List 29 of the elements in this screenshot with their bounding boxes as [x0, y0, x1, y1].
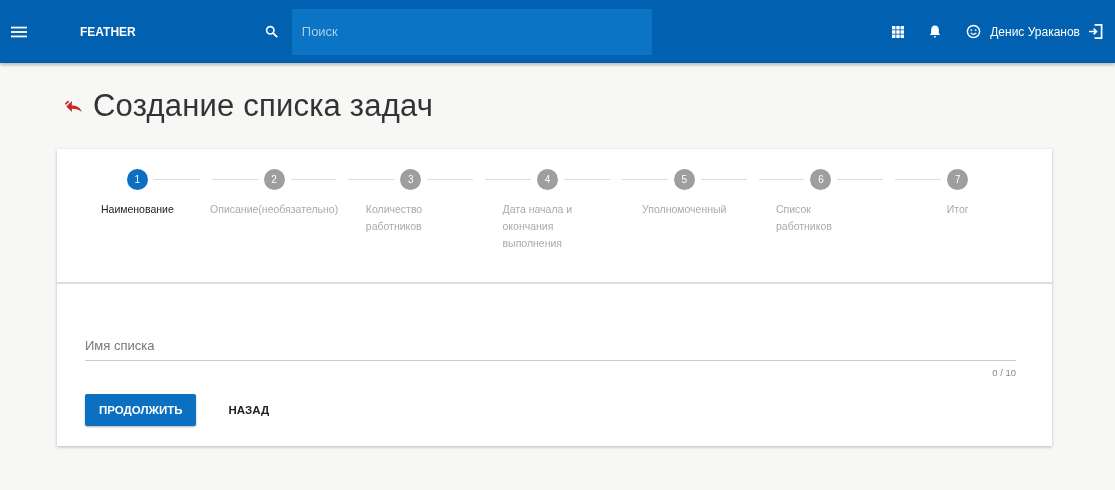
step-number[interactable]: 3: [400, 169, 422, 190]
step-label[interactable]: Уполномоченный: [642, 201, 727, 218]
step-number[interactable]: 4: [537, 169, 558, 190]
step-number[interactable]: 6: [810, 169, 832, 190]
back-arrow-icon[interactable]: [65, 99, 83, 113]
page-title: Создание списка задач: [93, 88, 434, 124]
brand-name[interactable]: FEATHER: [80, 24, 136, 39]
smiley-face-icon[interactable]: [966, 24, 982, 39]
search-field[interactable]: Поиск: [291, 8, 652, 55]
character-counter: 0 / 10: [992, 367, 1016, 378]
apps-grid-icon[interactable]: [892, 25, 905, 38]
continue-button[interactable]: ПРОДОЛЖИТЬ: [85, 394, 197, 426]
list-name-field[interactable]: Имя списка: [85, 334, 1016, 361]
step-label[interactable]: Дата начала и окончания выполнения: [502, 201, 593, 252]
step-label[interactable]: Итог: [946, 201, 969, 218]
step-number[interactable]: 1: [126, 169, 148, 190]
step-label[interactable]: Описание(необязательно): [210, 201, 339, 218]
sign-in-icon[interactable]: [1088, 24, 1103, 39]
back-button[interactable]: НАЗАД: [212, 394, 286, 426]
menu-icon[interactable]: [11, 25, 27, 38]
step-number[interactable]: 5: [673, 169, 695, 190]
step-label[interactable]: Список работников: [775, 201, 866, 235]
step-number[interactable]: 7: [947, 169, 969, 190]
step-label[interactable]: Наименование: [100, 201, 174, 218]
search-icon[interactable]: [264, 25, 278, 38]
step-number[interactable]: 2: [263, 169, 285, 190]
step-label[interactable]: Количество работников: [365, 201, 456, 235]
bell-icon[interactable]: [929, 24, 942, 39]
user-name[interactable]: Денис Ураканов: [990, 24, 1080, 39]
